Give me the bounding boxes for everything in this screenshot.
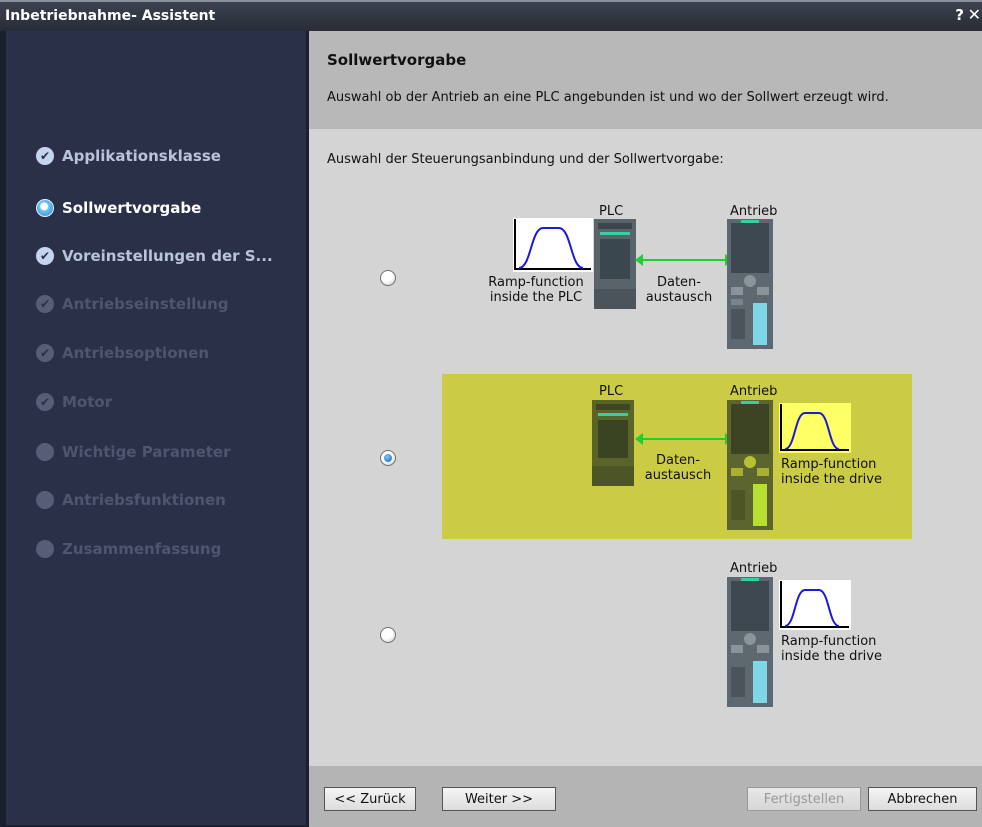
window-title: Inbetriebnahme- Assistent <box>5 8 216 24</box>
step-antriebsfunktionen: Antriebsfunktionen <box>36 488 226 512</box>
step-label: Antriebsoptionen <box>62 344 210 362</box>
step-voreinstellungen[interactable]: ✔ Voreinstellungen der S... <box>36 244 273 268</box>
step-wichtige-parameter: Wichtige Parameter <box>36 440 230 464</box>
finish-button: Fertigstellen <box>747 787 861 811</box>
option-ramp-in-drive-radio[interactable] <box>380 450 396 466</box>
wizard-footer: << Zurück Weiter >> Fertigstellen Abbrec… <box>309 766 982 827</box>
checkmark-icon: ✔ <box>36 393 54 411</box>
checkmark-icon: ✔ <box>36 147 54 165</box>
ramp-label-line1: Ramp-function <box>781 457 877 472</box>
plc-device-icon <box>592 400 634 486</box>
option-ramp-in-plc-radio[interactable] <box>380 270 396 286</box>
next-button[interactable]: Weiter >> <box>442 787 556 811</box>
page-title: Sollwertvorgabe <box>327 51 467 69</box>
exchange-label: Daten- austausch <box>633 453 723 483</box>
step-zusammenfassung: Zusammenfassung <box>36 537 221 561</box>
step-label: Antriebseinstellung <box>62 295 229 313</box>
data-exchange-arrow-icon <box>635 254 733 266</box>
drive-label: Antrieb <box>730 204 778 219</box>
ramp-label: Ramp-function inside the PLC <box>481 275 591 305</box>
step-applikationsklasse[interactable]: ✔ Applikationsklasse <box>36 144 221 168</box>
back-button[interactable]: << Zurück <box>324 787 416 811</box>
ramp-label-line1: Ramp-function <box>488 275 584 290</box>
ramp-label-line2: inside the drive <box>781 472 882 487</box>
circle-icon <box>36 443 54 461</box>
step-sollwertvorgabe[interactable]: Sollwertvorgabe <box>36 196 201 220</box>
checkmark-icon: ✔ <box>36 247 54 265</box>
drive-label: Antrieb <box>730 561 778 576</box>
ramp-graph-icon <box>779 403 851 453</box>
data-exchange-arrow-icon <box>635 433 733 445</box>
active-step-icon <box>36 199 54 217</box>
step-label: Applikationsklasse <box>62 147 221 165</box>
step-label: Motor <box>62 393 113 411</box>
page-header: Sollwertvorgabe Auswahl ob der Antrieb a… <box>309 31 982 129</box>
step-label: Sollwertvorgabe <box>62 199 202 217</box>
step-antriebsoptionen: ✔ Antriebsoptionen <box>36 341 209 365</box>
wizard-steps-sidebar: ✔ Applikationsklasse Sollwertvorgabe ✔ V… <box>6 31 306 825</box>
ramp-label: Ramp-function inside the drive <box>781 457 882 487</box>
title-bar: Inbetriebnahme- Assistent ? ✕ <box>0 0 982 31</box>
plc-label: PLC <box>599 384 624 399</box>
drive-device-icon <box>727 219 773 349</box>
cancel-button[interactable]: Abbrechen <box>868 787 977 811</box>
ramp-graph-icon <box>779 580 851 630</box>
step-label: Voreinstellungen der S... <box>62 247 273 265</box>
exchange-line1: Daten- <box>655 453 700 468</box>
close-icon[interactable]: ✕ <box>968 5 981 24</box>
exchange-line1: Daten- <box>656 275 701 290</box>
circle-icon <box>36 540 54 558</box>
plc-device-icon <box>594 219 636 309</box>
step-label: Zusammenfassung <box>62 540 222 558</box>
page-description: Auswahl ob der Antrieb an eine PLC angeb… <box>327 90 889 105</box>
intro-text: Auswahl der Steuerungsanbindung und der … <box>327 152 724 167</box>
ramp-label: Ramp-function inside the drive <box>781 634 882 664</box>
checkmark-icon: ✔ <box>36 295 54 313</box>
exchange-line2: austausch <box>644 468 712 483</box>
step-label: Wichtige Parameter <box>62 443 231 461</box>
help-icon[interactable]: ? <box>955 6 964 24</box>
option-drive-only-radio[interactable] <box>380 627 396 643</box>
ramp-label-line2: inside the PLC <box>489 290 583 305</box>
exchange-line2: austausch <box>645 290 713 305</box>
step-antriebseinstellung: ✔ Antriebseinstellung <box>36 292 228 316</box>
ramp-label-line1: Ramp-function <box>781 634 877 649</box>
exchange-label: Daten- austausch <box>639 275 719 305</box>
ramp-label-line2: inside the drive <box>781 649 882 664</box>
drive-device-icon <box>727 400 773 530</box>
circle-icon <box>36 491 54 509</box>
step-label: Antriebsfunktionen <box>62 491 226 509</box>
step-motor: ✔ Motor <box>36 390 112 414</box>
checkmark-icon: ✔ <box>36 344 54 362</box>
plc-label: PLC <box>599 204 624 219</box>
drive-device-icon <box>727 577 773 707</box>
drive-label: Antrieb <box>730 384 778 399</box>
ramp-graph-icon <box>513 218 593 272</box>
options-panel: Auswahl der Steuerungsanbindung und der … <box>309 129 982 766</box>
